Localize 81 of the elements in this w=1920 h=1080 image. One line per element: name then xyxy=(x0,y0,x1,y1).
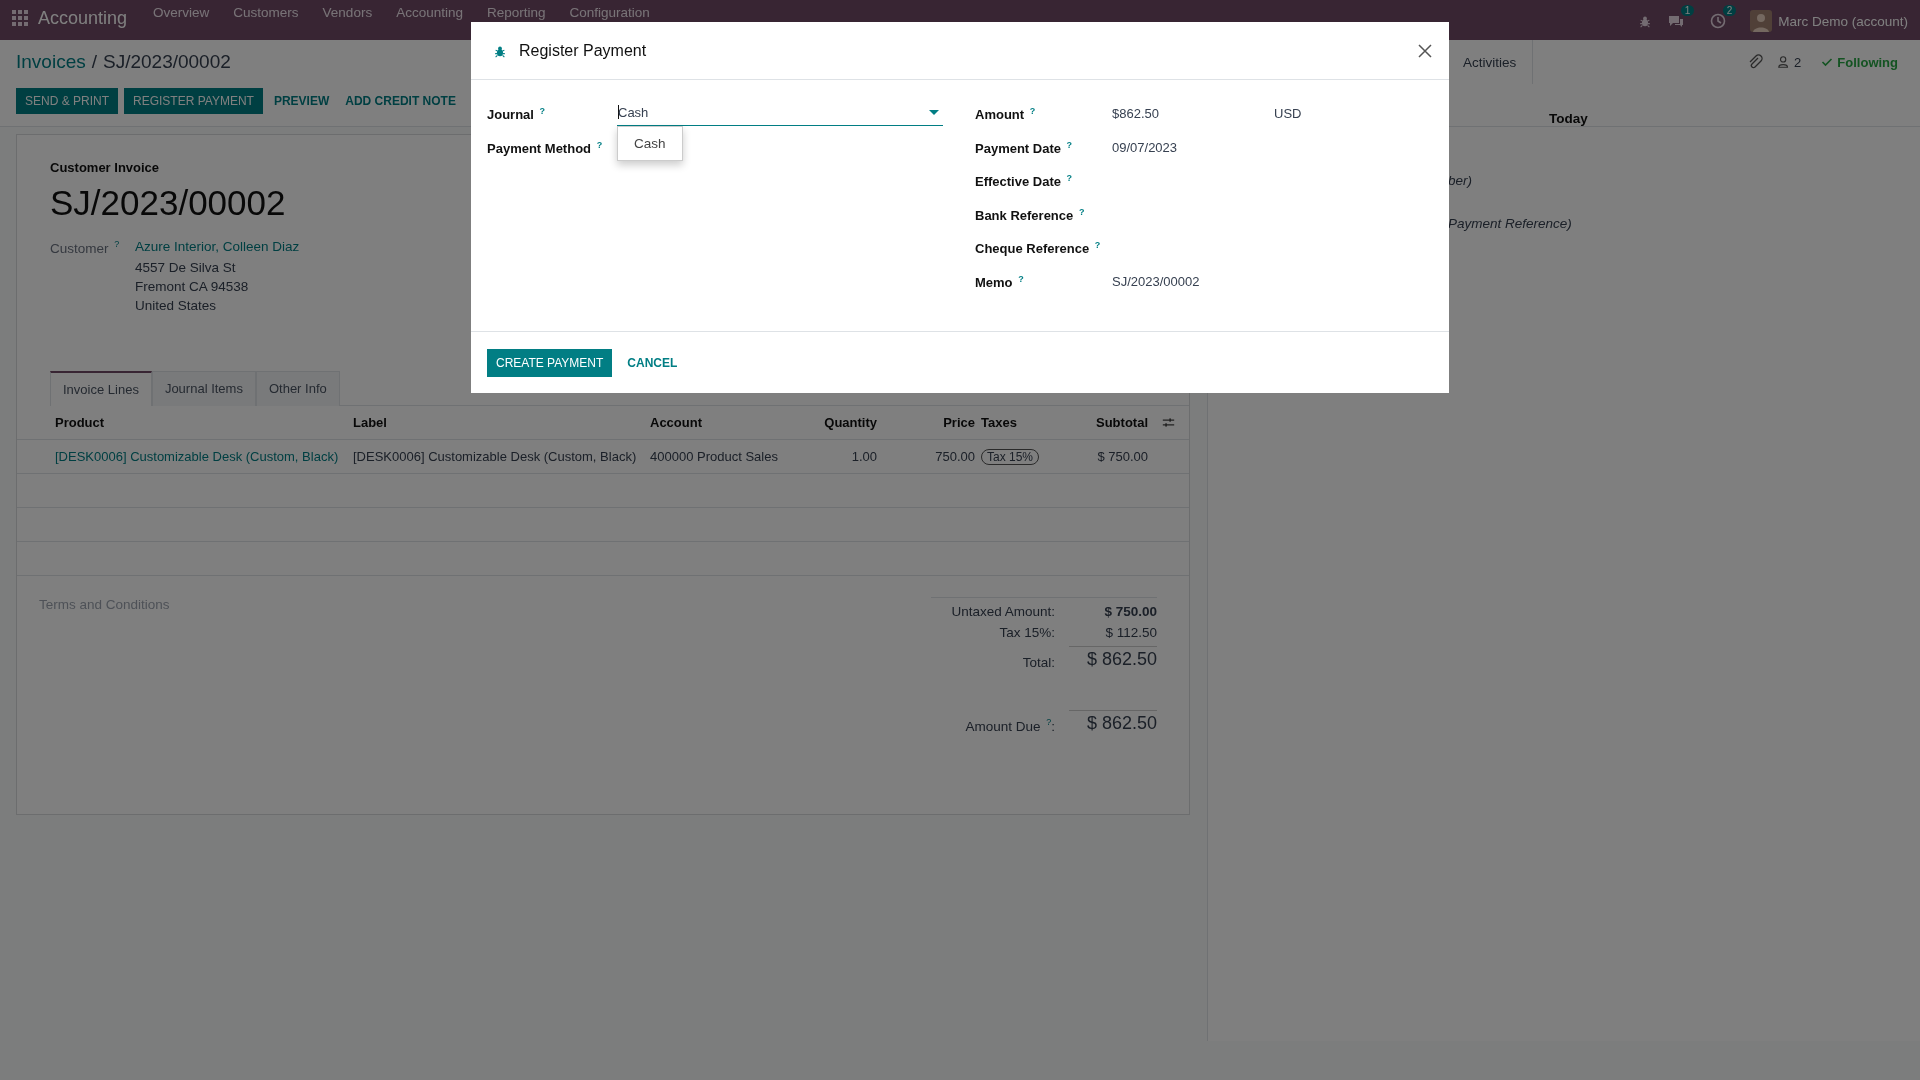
field-label: Cheque Reference $^{?}$ xyxy=(975,240,1102,259)
breadcrumb-link[interactable]: Invoices xyxy=(16,51,86,73)
menu-item[interactable]: Reporting xyxy=(474,5,558,20)
menu-item[interactable]: Accounting xyxy=(384,5,475,20)
table-cell-text: 400000 Product Sales xyxy=(650,448,779,464)
create-payment-button[interactable]: CREATE PAYMENT xyxy=(487,348,613,377)
column-header[interactable]: Price xyxy=(877,414,975,430)
app-name[interactable]: Accounting xyxy=(38,8,128,29)
table-cell-text: 1.00 xyxy=(850,448,877,464)
field-label: Payment Method $^{?}$ xyxy=(487,139,604,158)
action-button[interactable]: REGISTER PAYMENT xyxy=(124,88,263,114)
avatar-icon xyxy=(1750,10,1773,32)
amount-due-label: Amount Due $^{?}$: xyxy=(964,717,1055,734)
menu-item[interactable]: Overview xyxy=(141,5,222,20)
close-icon xyxy=(1417,42,1433,59)
field-value[interactable]: SJ/2023/00002 xyxy=(1112,273,1200,289)
cancel-button[interactable]: CANCEL xyxy=(618,348,687,377)
activities-button[interactable]: Activities xyxy=(1463,40,1534,84)
table-cell-text: 750.00 xyxy=(934,448,975,464)
total-value: $ 862.50 xyxy=(1069,645,1157,670)
date-separator: Today xyxy=(1549,111,1588,127)
table-cell-text: [DESK0006] Customizable Desk (Custom, Black) xyxy=(353,448,638,464)
column-header[interactable]: Label xyxy=(353,414,650,430)
total-value: $ 112.50 xyxy=(1104,624,1157,640)
tab[interactable]: Invoice Lines xyxy=(50,370,152,406)
field-value[interactable]: $862.50 xyxy=(1112,106,1274,140)
amount-due-value: $ 862.50 xyxy=(1069,709,1157,734)
field-value[interactable]: 09/07/2023 xyxy=(1112,139,1178,155)
field-label: Amount $^{?}$ xyxy=(975,106,1037,125)
column-header[interactable]: Taxes xyxy=(975,414,1090,430)
message-count: 1 xyxy=(1680,5,1695,16)
dialog-title: Register Payment xyxy=(519,41,647,60)
table-cell-text: $ 750.00 xyxy=(1096,448,1148,464)
field-label: Memo $^{?}$ xyxy=(975,273,1025,293)
chatter-message: Payment Reference) xyxy=(1448,216,1572,231)
breadcrumb-current: SJ/2023/00002 xyxy=(103,51,231,73)
column-header[interactable]: Product xyxy=(55,414,353,430)
clock-icon xyxy=(1710,13,1727,29)
address-line: United States xyxy=(135,297,217,313)
dropdown-option[interactable]: Cash xyxy=(618,133,682,154)
invoice-type: Customer Invoice xyxy=(50,160,160,175)
tab[interactable]: Other Info xyxy=(255,370,340,406)
apps-grid-icon xyxy=(12,10,28,26)
customer-label: Customer $^{?}$ xyxy=(50,239,120,256)
action-button[interactable]: SEND & PRINT xyxy=(16,88,118,114)
currency-label: USD xyxy=(1274,106,1302,123)
table-cell[interactable]: [DESK0006] Customizable Desk (Custom, Black) xyxy=(55,448,353,464)
caret-icon xyxy=(929,109,939,115)
column-header[interactable]: Account xyxy=(650,414,790,430)
menu-item[interactable]: Vendors xyxy=(310,5,385,20)
chat-icon xyxy=(1668,13,1685,29)
bug-icon xyxy=(1638,14,1653,28)
field-label: Effective Date $^{?}$ xyxy=(975,173,1074,192)
field-label: Bank Reference $^{?}$ xyxy=(975,206,1086,226)
total-label: Total: xyxy=(1021,654,1055,670)
action-button[interactable]: PREVIEW xyxy=(268,88,335,114)
total-label: Tax 15%: xyxy=(998,624,1055,640)
sliders-icon xyxy=(1161,415,1175,429)
customer-link[interactable]: Azure Interior, Colleen Diaz xyxy=(135,239,300,256)
address-line: 4557 De Silva St xyxy=(135,259,236,275)
action-button[interactable]: ADD CREDIT NOTE xyxy=(340,88,461,114)
total-value: $ 750.00 xyxy=(1103,603,1157,619)
total-label: Untaxed Amount: xyxy=(950,603,1055,619)
paperclip-icon xyxy=(1747,54,1764,70)
following-button[interactable]: Following xyxy=(1815,53,1904,71)
address-line: Fremont CA 94538 xyxy=(135,278,249,294)
chatter-message: ber) xyxy=(1448,173,1472,188)
column-header[interactable]: Subtotal xyxy=(1090,414,1148,430)
invoice-number: SJ/2023/00002 xyxy=(50,183,286,223)
tab[interactable]: Journal Items xyxy=(151,370,256,406)
column-header[interactable]: Quantity xyxy=(790,414,877,430)
breadcrumb-separator: / xyxy=(91,51,97,73)
close-button[interactable] xyxy=(1417,42,1433,59)
menu-item[interactable]: Configuration xyxy=(557,5,662,20)
field-label: Journal $^{?}$ xyxy=(487,106,547,125)
menu-item[interactable]: Customers xyxy=(221,5,311,20)
activity-count: 2 xyxy=(1722,5,1737,16)
field-label: Payment Date $^{?}$ xyxy=(975,139,1074,158)
check-icon xyxy=(1821,56,1834,68)
user-name[interactable]: Marc Demo (account) xyxy=(1778,13,1908,29)
follower-count[interactable]: 2 xyxy=(1794,54,1802,70)
